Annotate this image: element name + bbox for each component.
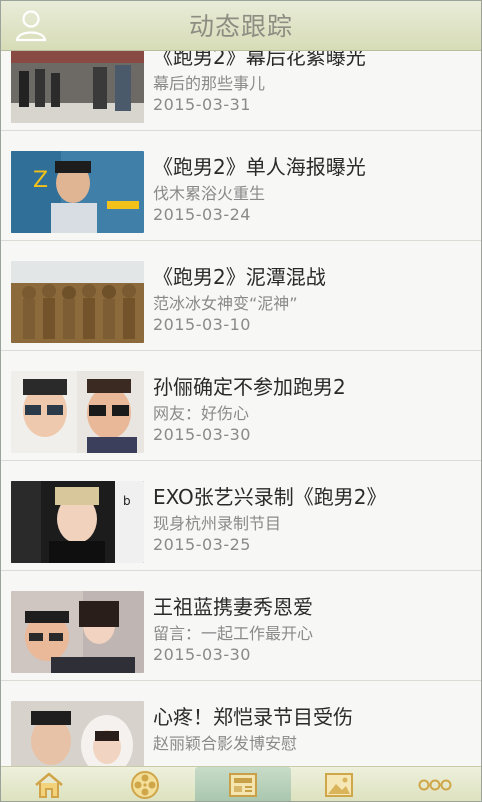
tab-pictures[interactable]	[291, 767, 387, 801]
list-item[interactable]: 《跑男2》泥潭混战 范冰冰女神变“泥神” 2015-03-10	[1, 241, 481, 351]
item-subtitle: 留言：一起工作最开心	[153, 624, 314, 643]
item-date: 2015-03-30	[153, 645, 251, 664]
thumbnail	[11, 371, 144, 453]
tab-more[interactable]	[387, 767, 481, 801]
news-icon	[229, 772, 257, 797]
item-subtitle: 伐木累浴火重生	[153, 184, 266, 203]
tab-news[interactable]	[195, 767, 291, 801]
item-subtitle: 范冰冰女神变“泥神”	[153, 294, 298, 313]
more-icon	[418, 779, 452, 790]
item-title: 王祖蓝携妻秀恩爱	[153, 595, 313, 619]
list-item[interactable]: 孙俪确定不参加跑男2 网友：好伤心 2015-03-30	[1, 351, 481, 461]
item-date: 2015-03-10	[153, 315, 251, 334]
app-frame: 动态跟踪 《跑男2》幕后花絮曝光 幕后的那些事儿 2015-03-31 Z 《跑…	[0, 0, 482, 802]
item-title: 《跑男2》单人海报曝光	[153, 155, 366, 179]
bottom-tab-bar	[1, 766, 481, 801]
list-item[interactable]: 《跑男2》幕后花絮曝光 幕后的那些事儿 2015-03-31	[1, 51, 481, 131]
item-subtitle: 幕后的那些事儿	[153, 74, 266, 93]
list-item[interactable]: b EXO张艺兴录制《跑男2》 现身杭州录制节目 2015-03-25	[1, 461, 481, 571]
thumbnail	[11, 51, 144, 123]
item-subtitle: 现身杭州录制节目	[153, 514, 282, 533]
item-title: 心疼！郑恺录节目受伤	[153, 705, 353, 729]
top-bar: 动态跟踪	[1, 1, 481, 51]
svg-text:b: b	[123, 494, 131, 508]
item-subtitle: 赵丽颖合影发博安慰	[153, 734, 298, 753]
home-icon	[35, 772, 63, 798]
item-subtitle: 网友：好伤心	[153, 404, 250, 423]
item-title: EXO张艺兴录制《跑男2》	[153, 485, 387, 509]
picture-icon	[325, 772, 353, 797]
item-date: 2015-03-31	[153, 95, 251, 114]
svg-text:Z: Z	[33, 168, 48, 193]
item-date: 2015-03-30	[153, 425, 251, 444]
thumbnail: b	[11, 481, 144, 563]
thumbnail	[11, 261, 144, 343]
item-title: 《跑男2》泥潭混战	[153, 265, 326, 289]
item-title: 孙俪确定不参加跑男2	[153, 375, 346, 399]
list-item[interactable]: Z 《跑男2》单人海报曝光 伐木累浴火重生 2015-03-24	[1, 131, 481, 241]
page-title: 动态跟踪	[188, 12, 293, 41]
thumbnail	[11, 591, 144, 673]
list-item[interactable]: 王祖蓝携妻秀恩爱 留言：一起工作最开心 2015-03-30	[1, 571, 481, 681]
thumbnail: Z	[11, 151, 144, 233]
news-list: 《跑男2》幕后花絮曝光 幕后的那些事儿 2015-03-31 Z 《跑男2》单人…	[1, 51, 481, 766]
item-title: 《跑男2》幕后花絮曝光	[153, 51, 366, 69]
tab-home[interactable]	[1, 767, 97, 801]
item-date: 2015-03-25	[153, 535, 251, 554]
item-date: 2015-03-24	[153, 205, 251, 224]
tab-film[interactable]	[97, 767, 193, 801]
thumbnail	[11, 701, 144, 766]
list-item[interactable]: 心疼！郑恺录节目受伤 赵丽颖合影发博安慰	[1, 681, 481, 766]
film-reel-icon	[131, 770, 159, 799]
